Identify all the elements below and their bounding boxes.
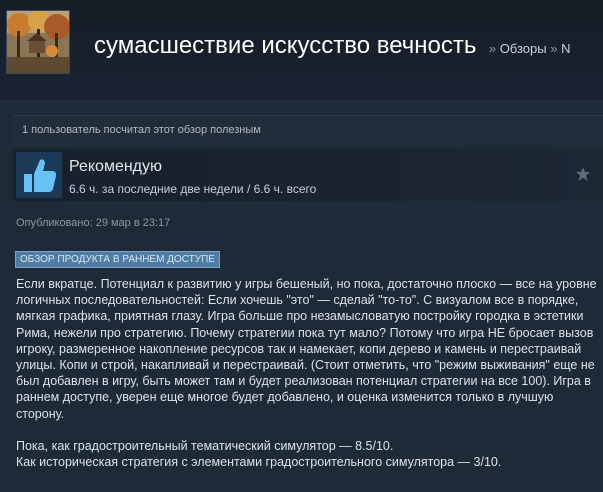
review-body: Если вкратце. Потенциал к развитию у игр… [16,276,601,470]
breadcrumb-reviews-link[interactable]: Обзоры [500,41,547,56]
review-paragraph: Если вкратце. Потенциал к развитию у игр… [16,277,597,421]
recommendation-title[interactable]: Рекомендую [69,158,162,176]
helpful-count-bar: 1 пользователь посчитал этот обзор полез… [13,115,603,146]
recommendation-box: Рекомендую 6.6 ч. за последние две недел… [13,149,603,201]
thumbs-up-icon [16,152,62,198]
star-icon[interactable] [575,166,591,182]
autumn-forest-painting-icon [7,11,69,73]
early-access-badge: ОБЗОР ПРОДУКТА В РАННЕМ ДОСТУПЕ [15,251,220,268]
breadcrumb-user-link[interactable]: N [561,41,570,56]
page-header: сумасшествие искусство вечность » Обзоры… [0,0,603,100]
playtime-hours: 6.6 ч. за последние две недели / 6.6 ч. … [69,182,317,196]
review-rating-simulator: Пока, как градостроительный тематический… [16,438,394,453]
game-title[interactable]: сумасшествие искусство вечность [94,32,476,59]
breadcrumb-separator: » [550,41,558,56]
game-capsule-image[interactable] [6,10,70,74]
helpful-count-text: 1 пользователь посчитал этот обзор полез… [22,124,261,136]
review-rating-strategy: Как историческая стратегия с элементами … [16,455,502,470]
posted-date: Опубликовано: 29 мар в 23:17 [16,217,171,229]
breadcrumb-separator: » [488,41,497,56]
